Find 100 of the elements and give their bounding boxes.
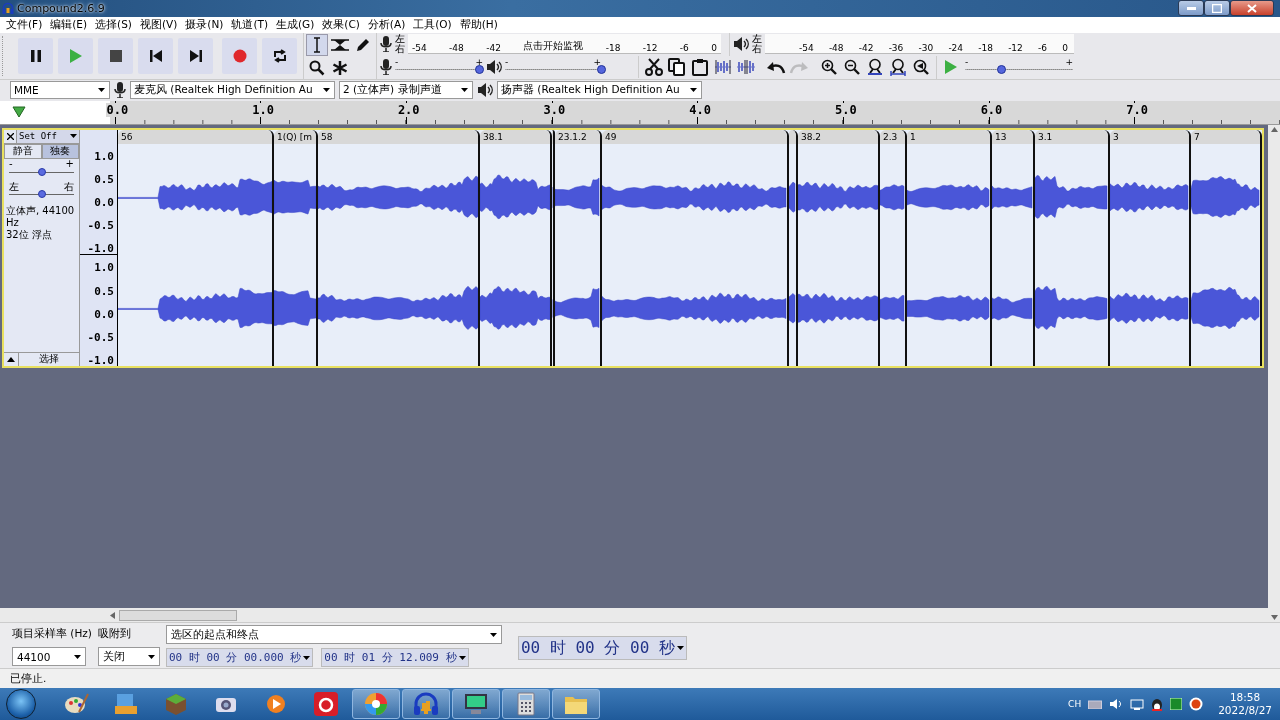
clip-title-bar[interactable]: 3	[1110, 129, 1189, 144]
menu-item[interactable]: 摄录(N)	[181, 17, 228, 32]
meter-tick-label: 0	[1062, 43, 1068, 54]
amplitude-label: 1.0	[94, 262, 114, 274]
waveform-drawing	[555, 287, 600, 328]
close-button[interactable]	[1230, 0, 1274, 17]
skip-end-button[interactable]	[178, 37, 213, 74]
close-icon	[6, 132, 14, 140]
clip-title-bar[interactable]: 49	[602, 129, 787, 144]
taskbar-app-button[interactable]	[552, 689, 600, 719]
taskbar-app-button[interactable]	[452, 689, 500, 719]
menu-item[interactable]: 编辑(E)	[46, 17, 92, 32]
horizontal-scrollbar[interactable]	[0, 608, 1268, 623]
menu-item[interactable]: 轨道(T)	[227, 17, 272, 32]
clip-title-bar[interactable]: 56	[118, 129, 272, 144]
volume-icon[interactable]	[1109, 698, 1124, 710]
taskbar-app-button[interactable]	[402, 689, 450, 719]
fit-project-button[interactable]	[887, 56, 909, 79]
menu-item[interactable]: 文件(F)	[2, 17, 47, 32]
color-wheel-icon	[363, 692, 389, 716]
zoom-out-icon	[844, 59, 860, 76]
clock[interactable]: 18:58 2022/8/27	[1218, 691, 1272, 717]
clip-title-bar[interactable]: 1	[907, 129, 990, 144]
selection-end-field[interactable]: 00 时 01 分 12.009 秒	[321, 648, 469, 668]
audio-host-dropdown[interactable]: MME	[10, 81, 110, 100]
snap-dropdown[interactable]: 关闭	[97, 647, 160, 667]
network-icon[interactable]	[1130, 698, 1145, 710]
taskbar-app-button[interactable]	[502, 689, 550, 719]
menu-item[interactable]: 视图(V)	[135, 17, 182, 32]
record-meter[interactable]: -54 -48 -42 点击开始监视 -18 -12 -6 0	[408, 34, 721, 55]
clipboard-icon	[692, 58, 708, 77]
slider-max-label: 右	[64, 179, 74, 194]
clip-title-bar[interactable]: 2.3	[880, 129, 905, 144]
playback-device-dropdown[interactable]: 扬声器 (Realtek High Definition Au	[497, 81, 702, 100]
clip-title-bar[interactable]: 58	[318, 129, 478, 144]
clip-title-bar[interactable]: 38.2	[798, 129, 878, 144]
clip-title-bar[interactable]: 1(Q) [m	[274, 129, 316, 144]
copy-button[interactable]	[666, 56, 688, 79]
menu-item[interactable]: 工具(O)	[409, 17, 456, 32]
menu-item[interactable]: 选择(S)	[91, 17, 136, 32]
pause-button[interactable]	[18, 37, 53, 74]
minimize-button[interactable]	[1178, 0, 1204, 17]
start-button[interactable]	[6, 689, 36, 719]
play-head-icon[interactable]	[12, 106, 26, 119]
paste-button[interactable]	[689, 56, 711, 79]
dropdown-caret-icon	[676, 646, 684, 651]
track-name-menu[interactable]: Set Off	[17, 129, 79, 143]
dropdown-caret-icon	[98, 88, 105, 93]
scroll-left-icon[interactable]	[110, 611, 115, 619]
menu-item[interactable]: 效果(C)	[318, 17, 364, 32]
collapse-icon[interactable]	[7, 356, 15, 362]
menu-item[interactable]: 生成(G)	[272, 17, 319, 32]
clip-title-bar[interactable]: 7	[1191, 129, 1260, 144]
maximize-button[interactable]	[1204, 0, 1230, 17]
menu-item[interactable]: 分析(A)	[363, 17, 410, 32]
audio-track[interactable]: Set Off 静音 独奏 - + 左 右 立体声, 44100 Hz 32位 浮点 选择 1.0 0.5 0.0 -0.5 -1.0 1.0 0.5 0.0 -0.5 -1.0 56 1(Q) [m 58 38.1 23.1.2 49 38.2 2.3 1 13 3.1 3 7	[2, 127, 1264, 368]
select-tool-button[interactable]	[306, 33, 328, 56]
record-icon[interactable]	[1189, 697, 1204, 711]
slider-thumb[interactable]	[37, 189, 46, 198]
slider-thumb[interactable]	[597, 65, 606, 75]
dropdown-caret-icon	[461, 88, 468, 93]
speaker-icon	[733, 37, 749, 52]
amplitude-label: -0.5	[87, 220, 114, 232]
taskbar-app-button[interactable]	[352, 689, 400, 719]
recording-device-dropdown[interactable]: 麦克风 (Realtek High Definition Au	[130, 81, 335, 100]
skip-to-start-icon	[149, 49, 162, 62]
clip-title-bar[interactable]	[789, 129, 796, 144]
loop-button[interactable]	[262, 37, 297, 74]
vertical-scrollbar[interactable]	[1268, 124, 1280, 623]
ruler-label: 7.0	[1125, 102, 1149, 117]
keyboard-icon[interactable]	[1088, 699, 1103, 709]
menu-item[interactable]: 帮助(H)	[455, 17, 502, 32]
record-meter-button[interactable]	[380, 36, 392, 53]
ruler-label: 6.0	[979, 102, 1004, 117]
fit-selection-icon	[867, 58, 883, 77]
i-beam-icon	[312, 36, 322, 53]
clip-title-bar[interactable]: 38.1	[480, 129, 550, 144]
tray-app-icon[interactable]	[1170, 698, 1183, 710]
slider-thumb[interactable]	[996, 65, 1006, 75]
playback-meter[interactable]: -54 -48 -42 -36 -30 -24 -18 -12 -6 0	[765, 34, 1074, 55]
selection-start-field[interactable]: 00 时 00 分 00.000 秒	[165, 648, 314, 668]
stop-button[interactable]	[98, 37, 133, 74]
record-button[interactable]	[222, 37, 257, 74]
clip-title-bar[interactable]: 13	[992, 129, 1033, 144]
scrollbar-thumb[interactable]	[119, 609, 237, 621]
recording-channels-dropdown[interactable]: 2 (立体声) 录制声道	[339, 81, 473, 100]
clip-title-bar[interactable]: 23.1.2	[555, 129, 600, 144]
clip-title-bar[interactable]: 3.1	[1035, 129, 1108, 144]
skip-start-button[interactable]	[138, 37, 173, 74]
language-indicator[interactable]: CH	[1068, 699, 1082, 709]
cut-button[interactable]	[643, 56, 665, 79]
audio-position-display[interactable]: 00 时 00 分 00 秒	[517, 636, 687, 661]
slider-max-label: +	[1065, 57, 1073, 68]
sample-rate-dropdown[interactable]: 44100	[12, 647, 86, 667]
selection-mode-dropdown[interactable]: 选区的起点和终点	[165, 625, 502, 645]
slider-thumb[interactable]	[37, 167, 46, 176]
channel-label: 左	[395, 33, 405, 44]
penguin-icon[interactable]	[1151, 697, 1164, 711]
play-meter-button[interactable]	[733, 37, 749, 52]
slider-thumb[interactable]	[474, 65, 484, 75]
